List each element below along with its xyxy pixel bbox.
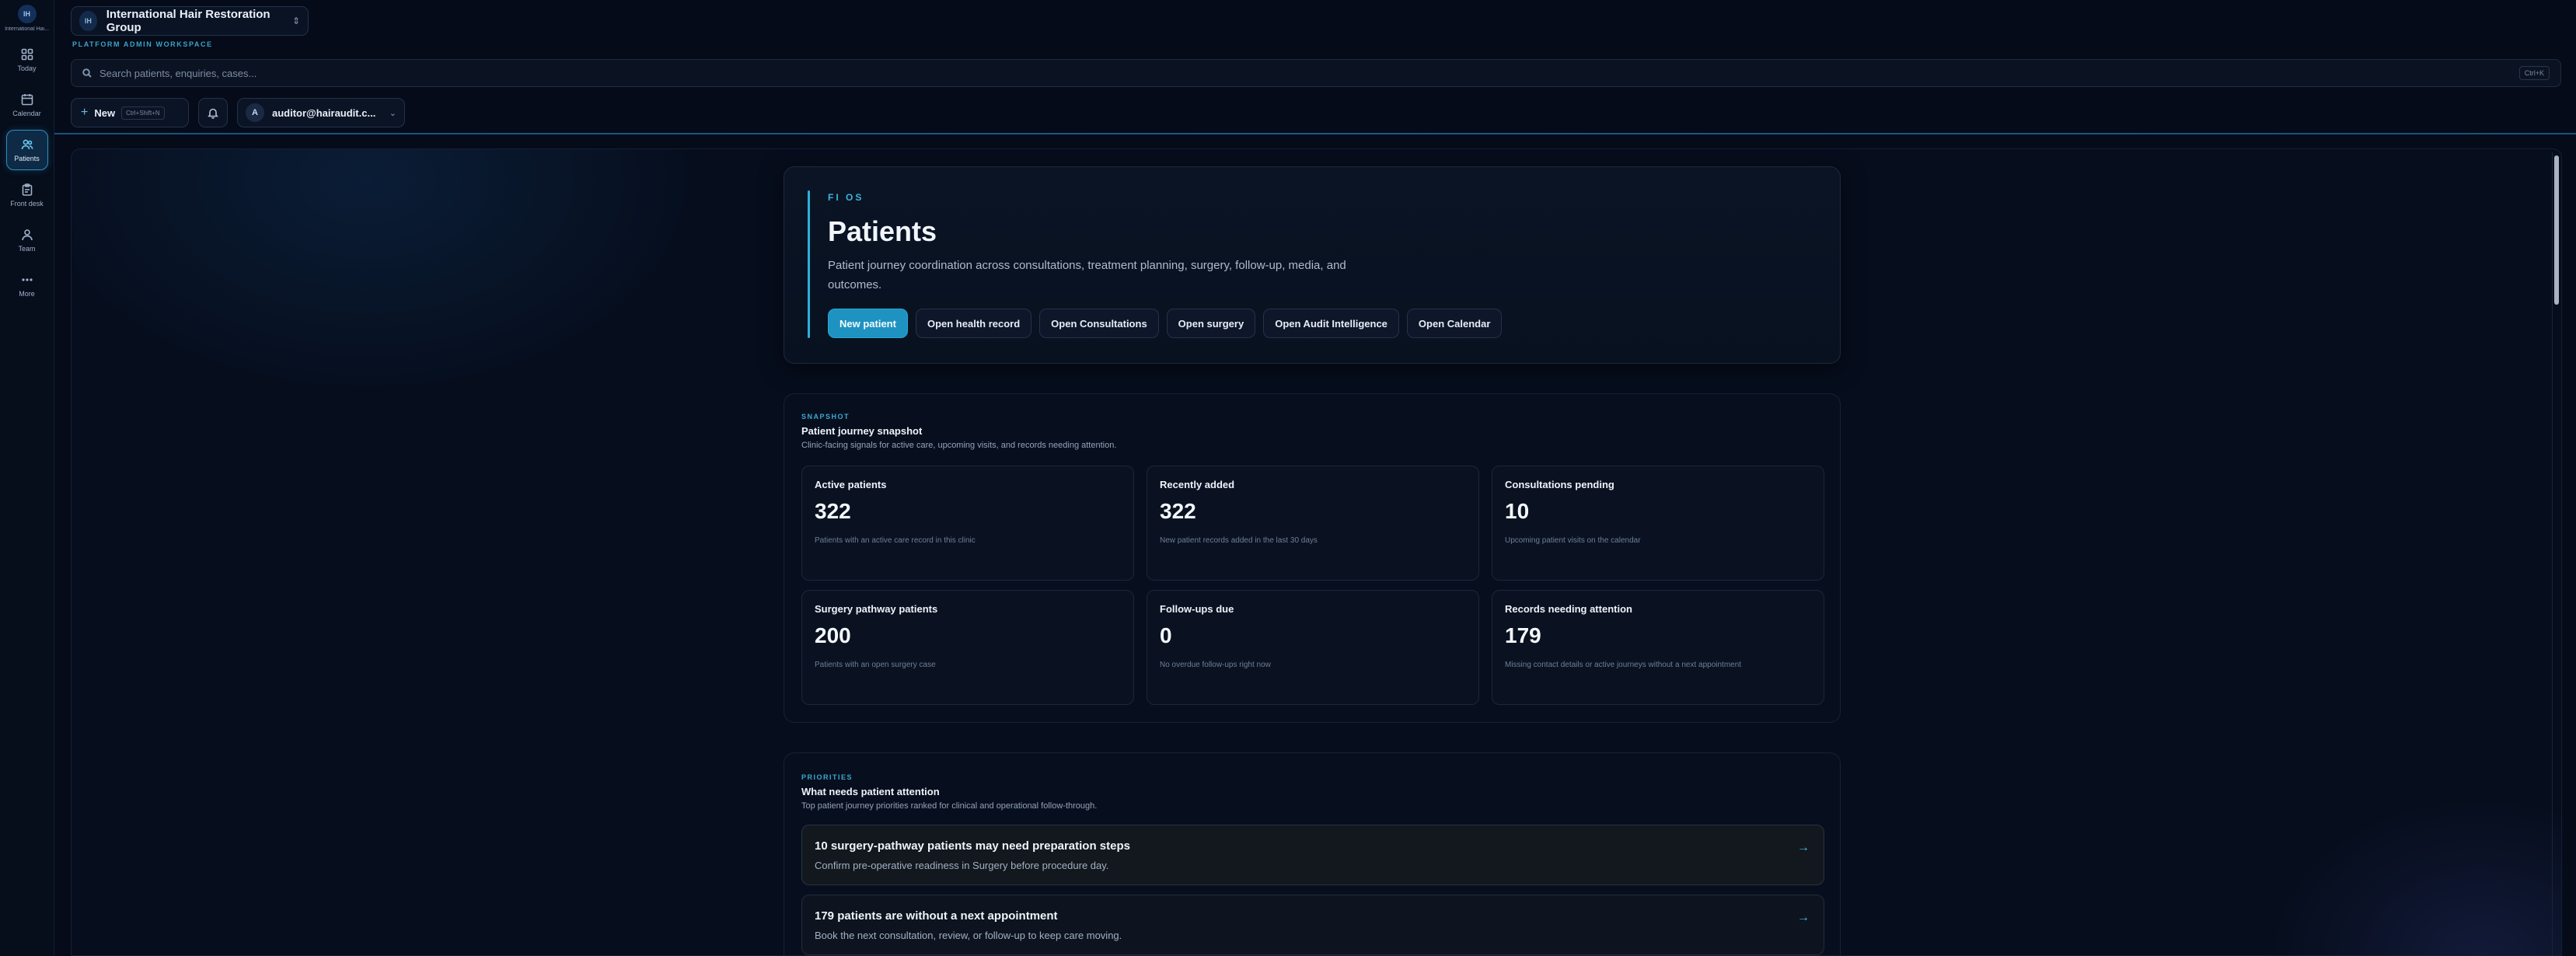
open-calendar-button[interactable]: Open Calendar — [1406, 309, 1503, 338]
main-scrollbar[interactable] — [2552, 152, 2560, 955]
avatar: A — [246, 103, 264, 122]
plus-icon: + — [81, 106, 89, 119]
rail-item-team[interactable]: Team — [5, 220, 49, 260]
clipboard-icon — [22, 183, 32, 196]
bell-icon — [208, 108, 218, 119]
search-bar: Ctrl+K — [71, 59, 2561, 87]
rail-org[interactable]: IH International Hai... — [2, 5, 53, 32]
metric-value: 322 — [1160, 499, 1196, 523]
arrow-right-icon: → — [1797, 911, 1810, 924]
metric-label: Active patients — [815, 479, 887, 490]
metric-value: 10 — [1505, 499, 1530, 523]
notifications-button[interactable] — [198, 98, 228, 127]
priority-subtitle: Book the next consultation, review, or f… — [815, 930, 1122, 941]
arrow-right-icon: → — [1797, 841, 1810, 854]
priorities-title: What needs patient attention — [801, 786, 940, 797]
metric-label: Consultations pending — [1505, 479, 1614, 490]
metric-note: Missing contact details or active journe… — [1505, 661, 1742, 669]
rail-org-name: International Hai... — [5, 26, 49, 32]
hero-card: FI OS Patients Patient journey coordinat… — [784, 166, 1841, 364]
team-icon — [21, 229, 33, 240]
chevron-updown-icon: ⇕ — [291, 16, 300, 26]
left-rail: IH International Hai... Today Calendar P… — [0, 0, 54, 956]
priorities-panel: PRIORITIES What needs patient attention … — [784, 752, 1841, 955]
org-switcher[interactable]: IH International Hair Restoration Group … — [71, 6, 309, 36]
snapshot-panel: SNAPSHOT Patient journey snapshot Clinic… — [784, 393, 1841, 723]
workspace-label: PLATFORM ADMIN WORKSPACE — [72, 40, 213, 48]
priorities-eyebrow: PRIORITIES — [801, 773, 853, 781]
priority-title: 10 surgery-pathway patients may need pre… — [815, 839, 1130, 853]
header-divider — [54, 133, 2576, 134]
priority-item[interactable]: 179 patients are without a next appointm… — [801, 895, 1824, 955]
rail-label: Today — [17, 64, 37, 72]
rail-label: Calendar — [12, 109, 41, 117]
scrollbar-thumb[interactable] — [2554, 155, 2559, 305]
metric-card-consultations-pending[interactable]: Consultations pending 10 Upcoming patien… — [1492, 466, 1824, 581]
metric-note: Patients with an open surgery case — [815, 661, 936, 669]
new-patient-button[interactable]: New patient — [828, 309, 908, 338]
new-button[interactable]: + New Ctrl+Shift+N — [71, 98, 189, 127]
org-name: International Hair Restoration Group — [106, 8, 271, 34]
search-icon — [82, 68, 92, 78]
metric-card-recently-added[interactable]: Recently added 322 New patient records a… — [1147, 466, 1479, 581]
rail-item-calendar[interactable]: Calendar — [5, 85, 49, 125]
rail-label: Team — [18, 244, 36, 253]
hero-eyebrow: FI OS — [828, 192, 864, 203]
page-description: Patient journey coordination across cons… — [828, 259, 1346, 291]
chevron-down-icon: ⌄ — [389, 108, 396, 118]
metric-label: Recently added — [1160, 479, 1235, 490]
users-icon — [21, 139, 33, 149]
more-icon — [21, 277, 33, 281]
metric-label: Surgery pathway patients — [815, 603, 938, 615]
metric-note: New patient records added in the last 30… — [1160, 536, 1318, 545]
search-shortcut: Ctrl+K — [2518, 66, 2550, 80]
snapshot-subtitle: Clinic-facing signals for active care, u… — [801, 441, 1117, 450]
rail-item-front-desk[interactable]: Front desk — [5, 175, 49, 215]
priority-title: 179 patients are without a next appointm… — [815, 909, 1058, 923]
rail-item-patients[interactable]: Patients — [5, 130, 48, 170]
priority-subtitle: Confirm pre-operative readiness in Surge… — [815, 860, 1109, 871]
rail-label: Front desk — [10, 199, 44, 208]
metric-value: 322 — [815, 499, 851, 523]
open-surgery-button[interactable]: Open surgery — [1166, 309, 1256, 338]
rail-org-avatar: IH — [17, 5, 37, 23]
metric-note: No overdue follow-ups right now — [1160, 661, 1271, 669]
metric-note: Upcoming patient visits on the calendar — [1505, 536, 1641, 545]
grid-icon — [21, 48, 33, 60]
metric-label: Follow-ups due — [1160, 603, 1234, 615]
metric-card-follow-ups-due[interactable]: Follow-ups due 0 No overdue follow-ups r… — [1147, 590, 1479, 705]
user-menu[interactable]: A auditor@hairaudit.c... ⌄ — [237, 98, 405, 127]
search-input[interactable] — [99, 67, 2511, 79]
rail-label: More — [19, 289, 35, 298]
new-shortcut: Ctrl+Shift+N — [121, 106, 165, 120]
user-email: auditor@hairaudit.c... — [272, 106, 376, 119]
metric-card-surgery-pathway[interactable]: Surgery pathway patients 200 Patients wi… — [801, 590, 1134, 705]
metric-label: Records needing attention — [1505, 603, 1632, 615]
snapshot-eyebrow: SNAPSHOT — [801, 413, 850, 420]
metric-value: 179 — [1505, 623, 1541, 647]
snapshot-title: Patient journey snapshot — [801, 425, 923, 437]
hero-actions: New patient Open health record Open Cons… — [828, 309, 1503, 338]
priority-item[interactable]: 10 surgery-pathway patients may need pre… — [801, 825, 1824, 885]
metric-card-records-needing-attention[interactable]: Records needing attention 179 Missing co… — [1492, 590, 1824, 705]
page-title: Patients — [828, 215, 937, 247]
org-badge: IH — [79, 11, 97, 31]
rail-item-more[interactable]: More — [5, 265, 49, 305]
rail-item-today[interactable]: Today — [5, 40, 49, 80]
calendar-icon — [21, 93, 33, 105]
metric-note: Patients with an active care record in t… — [815, 536, 976, 545]
open-health-record-button[interactable]: Open health record — [915, 309, 1032, 338]
open-consultations-button[interactable]: Open Consultations — [1039, 309, 1159, 338]
main-content: FI OS Patients Patient journey coordinat… — [71, 148, 2562, 956]
open-audit-intelligence-button[interactable]: Open Audit Intelligence — [1263, 309, 1399, 338]
rail-label: Patients — [14, 154, 40, 162]
new-button-label: New — [94, 106, 116, 119]
hero-accent-bar — [808, 190, 810, 338]
metric-card-active-patients[interactable]: Active patients 322 Patients with an act… — [801, 466, 1134, 581]
metric-value: 200 — [815, 623, 851, 647]
snapshot-grid: Active patients 322 Patients with an act… — [801, 466, 1824, 705]
metric-value: 0 — [1160, 623, 1172, 647]
priorities-subtitle: Top patient journey priorities ranked fo… — [801, 801, 1098, 811]
